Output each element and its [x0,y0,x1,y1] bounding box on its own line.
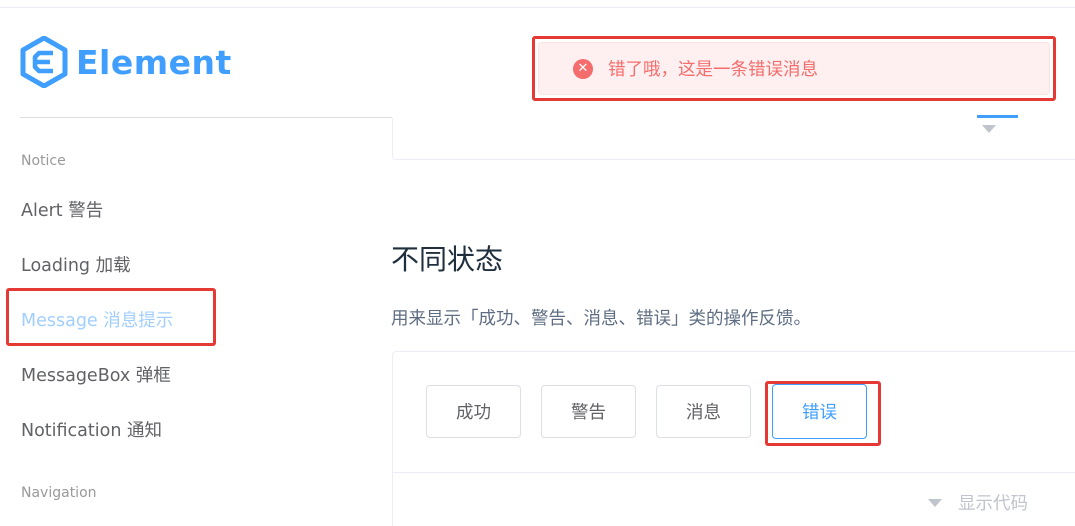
highlight-toast [532,36,1056,101]
warning-button[interactable]: 警告 [541,385,636,438]
sidebar-item-messagebox[interactable]: MessageBox 弹框 [21,362,171,387]
top-divider [0,0,1075,8]
demo-divider [392,472,1075,473]
previous-demo-block [392,118,1075,160]
sidebar-group-navigation: Navigation [21,485,97,501]
tab-indicator [977,115,1018,118]
highlight-sidebar-message [6,288,216,346]
show-code-toggle[interactable]: 显示代码 [928,490,1028,515]
caret-down-icon[interactable] [982,125,996,133]
sidebar-item-notification[interactable]: Notification 通知 [21,417,162,442]
element-logo-icon [20,36,68,88]
success-button[interactable]: 成功 [426,385,521,438]
sidebar-item-alert[interactable]: Alert 警告 [21,197,103,222]
section-description: 用来显示「成功、警告、消息、错误」类的操作反馈。 [391,309,811,329]
caret-down-icon [928,498,942,507]
highlight-error-button [765,381,881,446]
header-divider [20,117,392,118]
element-logo[interactable]: Element [20,36,232,88]
show-code-label: 显示代码 [958,494,1028,514]
brand-name: Element [76,42,232,82]
sidebar-group-notice: Notice [21,153,66,169]
sidebar-item-loading[interactable]: Loading 加载 [21,252,131,277]
info-button[interactable]: 消息 [656,385,751,438]
section-title: 不同状态 [391,243,504,276]
